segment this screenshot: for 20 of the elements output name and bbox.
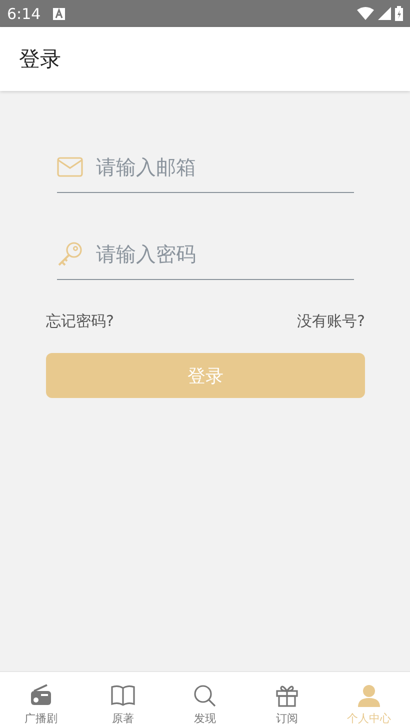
nav-tab[interactable]: 订阅 (246, 672, 328, 728)
key-icon (57, 241, 83, 267)
email-field[interactable]: 请输入邮箱 (94, 154, 328, 180)
person-icon (356, 683, 382, 709)
notification-icon (52, 8, 65, 20)
nav-tab[interactable]: 原著 (82, 672, 164, 728)
password-field[interactable]: 请输入密码 (94, 241, 328, 267)
wifi-icon (357, 7, 374, 20)
nav-tab[interactable]: 发现 (164, 672, 246, 728)
search-icon (192, 683, 218, 709)
envelope-icon (57, 157, 83, 177)
battery-icon (395, 6, 403, 21)
page-title: 登录 (19, 46, 61, 73)
status-time: 6:14 (7, 4, 41, 22)
forgot-password-link[interactable]: 忘记密码? (46, 312, 114, 331)
book-icon (110, 683, 136, 709)
nav-tab[interactable]: 广播剧 (0, 672, 82, 728)
signal-icon (378, 7, 391, 20)
gift-icon (274, 683, 300, 709)
register-link[interactable]: 没有账号? (297, 312, 365, 331)
